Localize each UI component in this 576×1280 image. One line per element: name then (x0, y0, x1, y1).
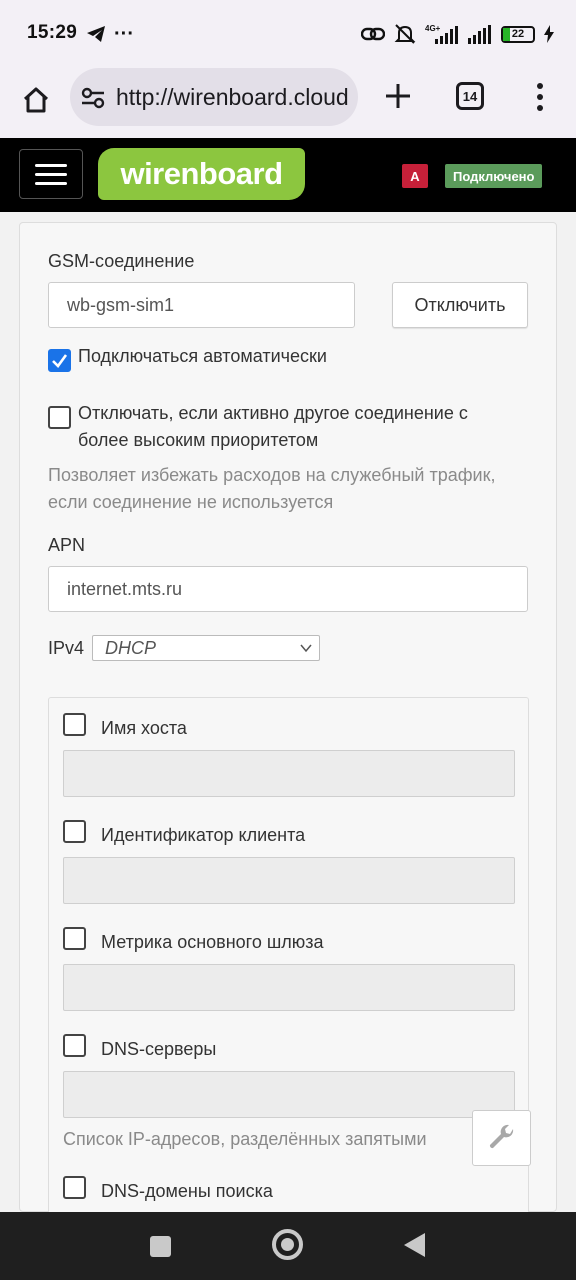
dhcp-options-panel: Имя хоста Идентификатор клиента Метрика … (48, 697, 529, 1227)
status-bar: 15:29 ··· 4G+ 22 (0, 0, 576, 66)
dns-servers-label: DNS-серверы (101, 1039, 217, 1059)
dns-servers-help: Список IP-адресов, разделённых запятыми (63, 1129, 427, 1149)
disable-help-line1: Позволяет избежать расходов на служебный… (48, 465, 496, 485)
battery-level: 22 (511, 28, 525, 40)
dns-servers-field[interactable] (63, 1071, 515, 1118)
tab-switcher-button[interactable]: 14 (456, 82, 484, 110)
status-left-icons: ··· (86, 20, 134, 48)
link-icon (361, 27, 385, 41)
ipv4-method-select[interactable]: DHCP (92, 635, 320, 661)
status-time: 15:29 (27, 22, 78, 43)
url-text: http://wirenboard.cloud (116, 84, 349, 110)
connection-status-badge: Подключено (445, 164, 543, 188)
connection-settings-panel: GSM-соединение wb-gsm-sim1 Отключить Под… (19, 222, 557, 1227)
apn-field[interactable]: internet.mts.ru (48, 566, 528, 612)
app-header: wirenboard A Подключено (0, 138, 576, 212)
status-right-icons: 4G+ 22 (361, 20, 554, 48)
tab-count: 14 (462, 88, 478, 104)
gateway-metric-label: Метрика основного шлюза (101, 932, 324, 952)
back-button[interactable] (404, 1233, 425, 1257)
client-id-checkbox[interactable] (63, 820, 86, 843)
disable-if-higher-priority-label-line1: Отключать, если активно другое соединени… (78, 403, 468, 423)
home-icon (23, 87, 49, 113)
home-button[interactable] (16, 80, 56, 120)
auto-connect-label: Подключаться автоматически (78, 346, 327, 366)
hamburger-menu-button[interactable] (19, 149, 83, 199)
disable-if-higher-priority-label-line2: более высоким приоритетом (78, 430, 319, 450)
hostname-checkbox[interactable] (63, 713, 86, 736)
chevron-down-icon (300, 644, 312, 653)
charging-icon (544, 25, 554, 43)
settings-wrench-button[interactable] (472, 1110, 531, 1166)
wirenboard-logo[interactable]: wirenboard (98, 148, 305, 200)
site-settings-icon[interactable] (80, 85, 106, 111)
disconnect-button[interactable]: Отключить (392, 282, 528, 328)
system-nav-bar (0, 1212, 576, 1280)
dns-search-domains-checkbox[interactable] (63, 1176, 86, 1199)
browser-toolbar: http://wirenboard.cloud 14 (0, 66, 576, 138)
client-id-label: Идентификатор клиента (101, 825, 306, 845)
home-nav-button[interactable] (272, 1229, 303, 1260)
signal-4g-icon: 4G+ (425, 24, 458, 44)
gateway-metric-field[interactable] (63, 964, 515, 1011)
battery-icon: 22 (501, 25, 535, 43)
bell-muted-icon (394, 24, 416, 44)
wrench-icon (489, 1124, 513, 1149)
browser-menu-button[interactable] (526, 80, 554, 114)
gateway-metric-checkbox[interactable] (63, 927, 86, 950)
checkmark-icon (52, 354, 68, 368)
gsm-connection-name-field[interactable]: wb-gsm-sim1 (48, 282, 355, 328)
auto-connect-checkbox[interactable] (48, 349, 71, 372)
ipv4-method-value: DHCP (105, 637, 157, 658)
plus-icon (386, 84, 410, 108)
disable-if-higher-priority-checkbox[interactable] (48, 406, 71, 429)
telegram-icon (87, 26, 105, 42)
address-bar[interactable]: http://wirenboard.cloud (70, 68, 358, 126)
logo-text: wirenboard (120, 156, 283, 191)
more-dots-icon: ··· (114, 23, 134, 45)
new-tab-button[interactable] (378, 76, 418, 116)
apn-label: APN (48, 535, 86, 555)
dns-search-domains-label: DNS-домены поиска (101, 1181, 273, 1201)
dns-servers-checkbox[interactable] (63, 1034, 86, 1057)
signal-icon (468, 25, 491, 44)
recents-button[interactable] (150, 1236, 171, 1257)
user-badge[interactable]: A (402, 164, 428, 188)
hostname-field[interactable] (63, 750, 515, 797)
gsm-connection-label: GSM-соединение (48, 251, 195, 271)
disable-help-line2: если соединение не используется (48, 492, 334, 512)
hostname-label: Имя хоста (101, 718, 187, 738)
ipv4-label: IPv4 (48, 638, 85, 658)
svg-text:4G+: 4G+ (425, 24, 441, 33)
client-id-field[interactable] (63, 857, 515, 904)
